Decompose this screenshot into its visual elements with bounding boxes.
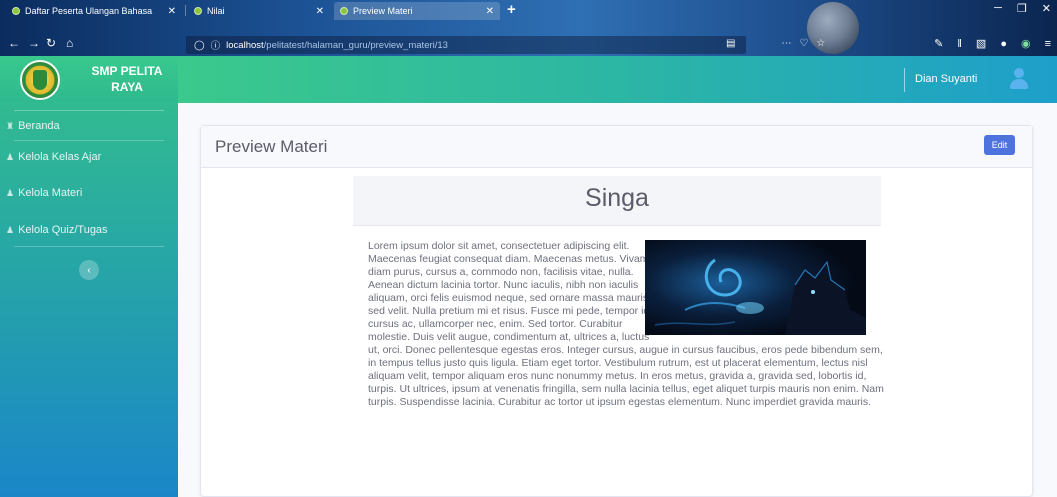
tools-icon[interactable]: ✎ — [934, 37, 943, 50]
tab-bar: Daftar Peserta Ulangan Bahasa ✕ Nilai ✕ … — [0, 0, 1057, 20]
tab-preview-materi[interactable]: Preview Materi ✕ — [334, 2, 500, 20]
tab-nilai[interactable]: Nilai ✕ — [188, 2, 330, 20]
menu-icon[interactable]: ≡ — [1045, 38, 1051, 50]
home-icon[interactable]: ⌂ — [66, 36, 73, 50]
site-favicon-icon — [194, 7, 202, 15]
page-title: Preview Materi — [215, 137, 328, 156]
home-icon: ♜ — [6, 120, 15, 131]
brand-name: SMP PELITA RAYA — [91, 64, 163, 94]
sidebar-collapse-button[interactable]: ‹ — [79, 260, 99, 280]
sidebar-divider — [14, 110, 164, 111]
topbar: Dian Suyanti — [178, 56, 1057, 103]
sidebar-item-label: Kelola Materi — [18, 187, 83, 199]
sidebar-divider — [14, 246, 164, 247]
tab-daftar-peserta[interactable]: Daftar Peserta Ulangan Bahasa ✕ — [6, 2, 182, 20]
sidebar-item-beranda[interactable]: ♜ Beranda — [6, 120, 60, 132]
reload-icon[interactable]: ↻ — [46, 36, 56, 50]
extension-icon[interactable]: ◉ — [1021, 37, 1031, 50]
info-icon: ⓘ — [210, 41, 221, 52]
back-icon[interactable]: ← — [8, 36, 20, 50]
tab-title: Daftar Peserta Ulangan Bahasa — [25, 6, 153, 16]
article-image — [645, 240, 866, 335]
sidebar: SMP PELITA RAYA ♜ Beranda ♟ Kelola Kelas… — [0, 56, 178, 497]
url-path: /pelitatest/halaman_guru/preview_materi/… — [263, 39, 448, 51]
forward-icon[interactable]: → — [28, 36, 40, 50]
sidebar-item-kelola-quiz-tugas[interactable]: ♟ Kelola Quiz/Tugas — [6, 224, 108, 236]
shield-icon: ◯ — [194, 39, 205, 51]
window-controls: ─ ❐ ✕ — [994, 2, 1051, 15]
user-icon: ♟ — [6, 187, 15, 198]
tab-close-icon[interactable]: ✕ — [316, 6, 324, 17]
sidebar-item-label: Kelola Kelas Ajar — [18, 151, 102, 163]
sidebar-item-label: Beranda — [18, 120, 60, 132]
topbar-divider — [904, 68, 905, 92]
minimize-button[interactable]: ─ — [994, 2, 1002, 15]
article-title: Singa — [585, 184, 649, 212]
bookmark-star-icon[interactable]: ☆ — [816, 38, 825, 49]
sidebar-item-kelola-materi[interactable]: ♟ Kelola Materi — [6, 187, 82, 199]
close-window-button[interactable]: ✕ — [1042, 2, 1051, 15]
user-icon: ♟ — [6, 224, 15, 235]
wolf-spirit-illustration — [645, 240, 866, 335]
tab-close-icon[interactable]: ✕ — [486, 6, 494, 17]
sidebar-item-kelola-kelas-ajar[interactable]: ♟ Kelola Kelas Ajar — [6, 151, 101, 163]
page-actions-icon[interactable]: ⋯ — [781, 38, 791, 49]
sidebar-divider — [14, 140, 164, 141]
url-host: localhost — [226, 39, 264, 51]
browser-chrome: Daftar Peserta Ulangan Bahasa ✕ Nilai ✕ … — [0, 0, 1057, 56]
user-name[interactable]: Dian Suyanti — [915, 73, 977, 85]
url-actions: ▤ ⋯ ♡ ☆ — [726, 38, 825, 49]
tab-close-icon[interactable]: ✕ — [168, 6, 176, 17]
avatar-body — [1010, 79, 1028, 89]
main-content: Preview Materi Edit Singa Lorem ipsum do… — [178, 103, 1057, 497]
preview-card: Preview Materi Edit Singa Lorem ipsum do… — [200, 125, 1033, 497]
user-icon: ♟ — [6, 151, 15, 162]
avatar-head — [1014, 68, 1024, 78]
library-icon[interactable]: ‖ — [957, 38, 962, 50]
logo-shield — [33, 70, 47, 90]
account-icon[interactable]: ● — [1000, 38, 1007, 50]
edit-button[interactable]: Edit — [984, 135, 1015, 155]
sidebar-item-label: Kelola Quiz/Tugas — [18, 224, 108, 236]
card-header: Preview Materi Edit — [201, 126, 1032, 168]
sidebar-toggle-icon[interactable]: ▧ — [976, 37, 986, 50]
site-favicon-icon — [340, 7, 348, 15]
reader-view-icon[interactable]: ▤ — [726, 38, 735, 49]
school-logo — [20, 60, 60, 100]
user-avatar-icon[interactable] — [1009, 68, 1029, 90]
address-bar[interactable]: ◯ ⓘ localhost/pelitatest/halaman_guru/pr… — [186, 36, 746, 54]
sidebar-brand[interactable]: SMP PELITA RAYA — [0, 56, 178, 102]
tab-separator — [185, 5, 186, 16]
tab-title: Nilai — [207, 6, 225, 16]
pocket-icon[interactable]: ♡ — [799, 38, 808, 49]
toolbar-right: ✎ ‖ ▧ ● ◉ ≡ — [934, 37, 1051, 51]
tab-title: Preview Materi — [353, 6, 413, 16]
maximize-button[interactable]: ❐ — [1017, 2, 1027, 15]
site-favicon-icon — [12, 7, 20, 15]
article-header: Singa — [353, 176, 881, 226]
new-tab-button[interactable]: + — [507, 1, 516, 18]
